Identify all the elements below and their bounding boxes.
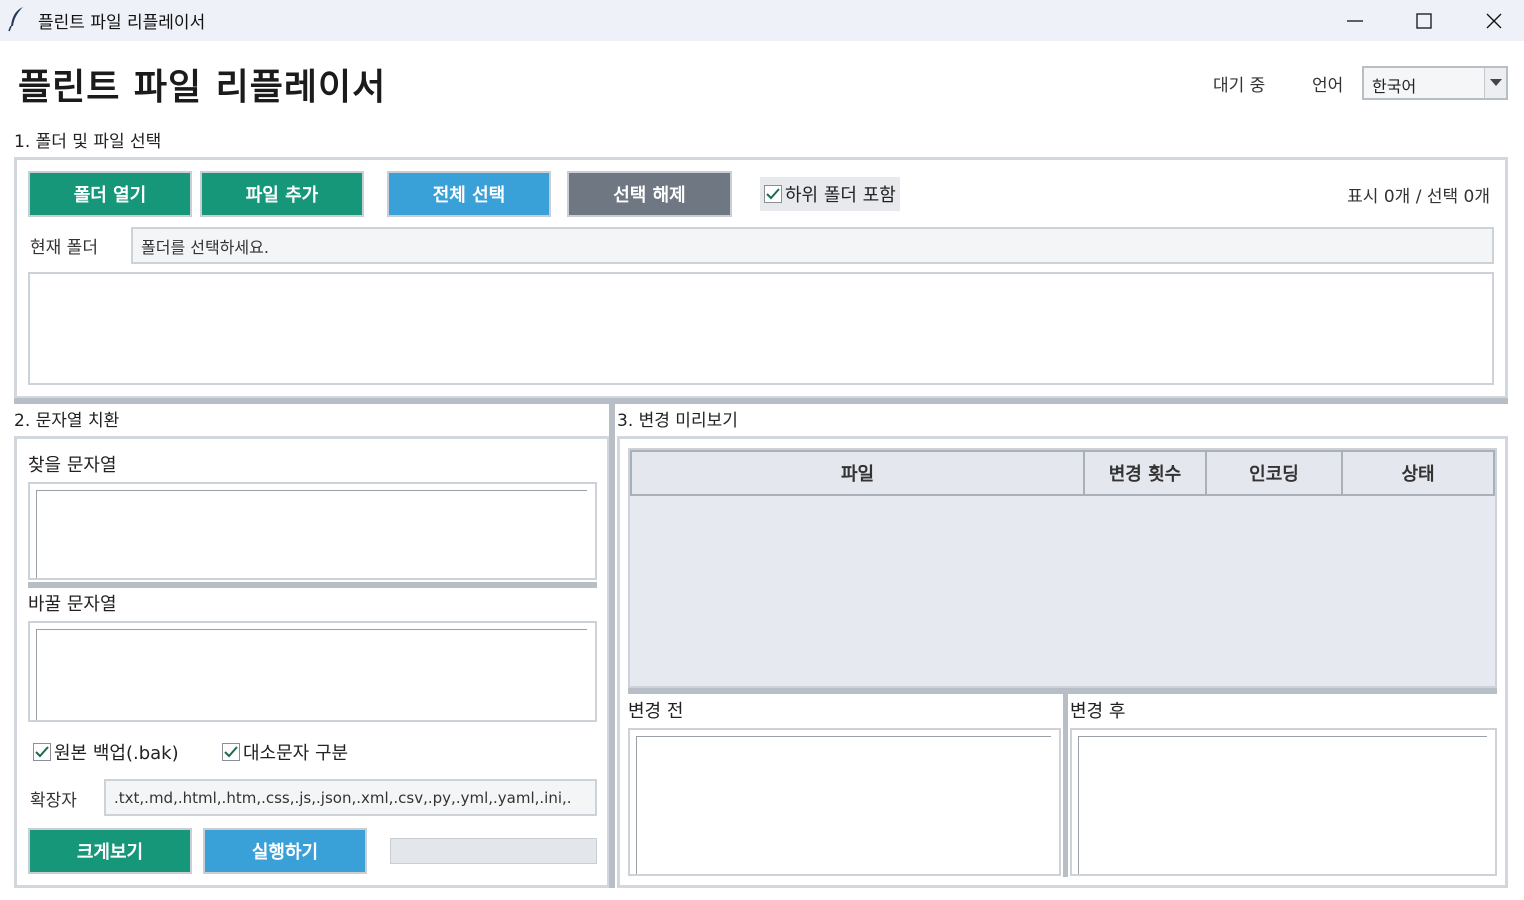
before-textbox[interactable]: [628, 728, 1061, 876]
maximize-button[interactable]: [1389, 0, 1459, 41]
column-header-status[interactable]: 상태: [1341, 450, 1495, 496]
column-header-encoding[interactable]: 인코딩: [1205, 450, 1343, 496]
enlarge-button[interactable]: 크게보기: [28, 828, 192, 874]
horizontal-sash[interactable]: [14, 398, 1508, 404]
window-titlebar: [0, 0, 1524, 41]
checkbox-box[interactable]: [764, 185, 782, 203]
include-subfolders-checkbox[interactable]: 하위 폴더 포함: [760, 177, 900, 211]
language-label: 언어: [1312, 76, 1344, 96]
select-all-button[interactable]: 전체 선택: [387, 171, 551, 217]
replace-textbox-inner: [36, 629, 587, 720]
deselect-button[interactable]: 선택 해제: [567, 171, 732, 217]
backup-label: 원본 백업(.bak): [54, 743, 179, 764]
current-folder-label: 현재 폴더: [30, 238, 98, 258]
minimize-icon: [1347, 19, 1363, 22]
find-textbox[interactable]: [28, 482, 597, 580]
section1-label: 1. 폴더 및 파일 선택: [14, 132, 162, 152]
file-list-box[interactable]: [28, 272, 1494, 385]
case-sensitive-checkbox[interactable]: 대소문자 구분: [222, 739, 348, 765]
after-textbox[interactable]: [1070, 728, 1497, 876]
maximize-icon: [1416, 12, 1432, 29]
close-button[interactable]: [1459, 0, 1524, 41]
preview-table[interactable]: 파일 변경 횟수 인코딩 상태: [628, 448, 1497, 688]
language-select[interactable]: 한국어: [1362, 66, 1508, 100]
checkbox-box[interactable]: [222, 743, 240, 761]
add-files-button[interactable]: 파일 추가: [200, 171, 364, 217]
column-header-file[interactable]: 파일: [630, 450, 1085, 496]
column-header-changes[interactable]: 변경 횟수: [1083, 450, 1207, 496]
checkmark-icon: [35, 746, 49, 758]
find-textbox-inner: [36, 490, 587, 578]
extensions-label: 확장자: [30, 791, 77, 811]
app-title: 플린트 파일 리플레이서: [18, 67, 387, 108]
window-title: 플린트 파일 리플레이서: [38, 13, 206, 33]
find-replace-sash[interactable]: [28, 582, 597, 588]
vertical-sash[interactable]: [609, 404, 615, 888]
language-value: 한국어: [1372, 77, 1417, 96]
replace-label: 바꿀 문자열: [28, 594, 117, 615]
close-icon: [1486, 13, 1502, 28]
case-sensitive-label: 대소문자 구분: [243, 743, 349, 764]
open-folder-button[interactable]: 폴더 열기: [28, 171, 192, 217]
current-folder-field[interactable]: 폴더를 선택하세요.: [131, 227, 1494, 264]
section3-label: 3. 변경 미리보기: [617, 411, 738, 431]
chevron-down-icon[interactable]: [1484, 68, 1506, 98]
replace-textbox[interactable]: [28, 621, 597, 722]
minimize-button[interactable]: [1320, 0, 1390, 41]
backup-checkbox[interactable]: 원본 백업(.bak): [33, 739, 179, 765]
before-after-sash[interactable]: [1063, 694, 1068, 877]
progress-bar: [390, 838, 597, 864]
checkbox-box[interactable]: [33, 743, 51, 761]
checkmark-icon: [224, 746, 238, 758]
status-text: 대기 중: [1213, 76, 1266, 96]
extensions-field[interactable]: .txt,.md,.html,.htm,.css,.js,.json,.xml,…: [104, 779, 597, 816]
section2-label: 2. 문자열 치환: [14, 411, 120, 431]
after-label: 변경 후: [1070, 701, 1126, 722]
run-button[interactable]: 실행하기: [203, 828, 367, 874]
feather-icon: [8, 6, 26, 32]
file-counter: 표시 0개 / 선택 0개: [1347, 187, 1490, 207]
find-label: 찾을 문자열: [28, 455, 117, 476]
include-subfolders-label: 하위 폴더 포함: [785, 185, 896, 206]
before-textbox-inner: [636, 736, 1051, 874]
before-label: 변경 전: [628, 701, 684, 722]
after-textbox-inner: [1078, 736, 1487, 874]
checkmark-icon: [766, 188, 780, 200]
